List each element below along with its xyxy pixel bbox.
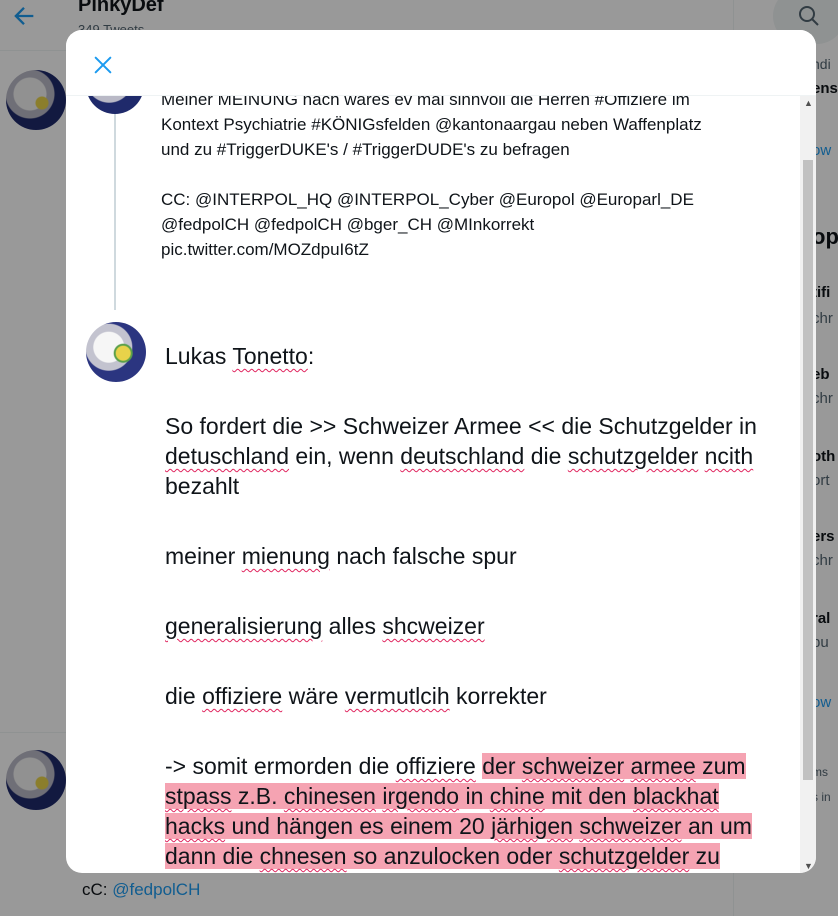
misspelled-word[interactable]: hacks	[165, 813, 225, 839]
misspelled-word[interactable]: offiziere	[202, 683, 282, 709]
editor-paragraph: -> somit ermorden die offiziere der schw…	[165, 751, 785, 873]
close-icon	[94, 56, 112, 74]
text: zum	[695, 753, 746, 779]
misspelled-word[interactable]: irgendo	[382, 783, 459, 809]
tweet-line: pic.twitter.com/MOZdpuI6tZ	[161, 240, 369, 259]
misspelled-word[interactable]: chine	[490, 783, 545, 809]
misspelled-word[interactable]: deutschland	[400, 443, 524, 469]
text: korrekter	[449, 683, 547, 709]
tweet-line: und zu #TriggerDUKE's / #TriggerDUDE's z…	[161, 140, 570, 159]
text: -> somit ermorden die	[165, 753, 396, 779]
modal-header	[66, 30, 816, 96]
text: :	[307, 343, 315, 369]
text: so anzulocken oder	[346, 843, 559, 869]
text: mit den	[544, 783, 633, 809]
text: z.B.	[231, 783, 284, 809]
thread-connector	[114, 114, 116, 310]
reply-modal: Meiner MEINUNG nach wäres ev mal sinnvol…	[66, 30, 816, 873]
modal-body: Meiner MEINUNG nach wäres ev mal sinnvol…	[66, 96, 801, 873]
tweet-line: @fedpolCH @fedpolCH @bger_CH @MInkorrekt	[161, 215, 535, 234]
scrollbar-thumb[interactable]	[803, 160, 813, 780]
text: wäre	[282, 683, 345, 709]
avatar[interactable]	[86, 96, 144, 114]
modal-scrollbar[interactable]: ▲ ▼	[800, 96, 816, 873]
editor-paragraph: So fordert die >> Schweizer Armee << die…	[165, 411, 785, 501]
tweet-line: CC: @INTERPOL_HQ @INTERPOL_Cyber @Europo…	[161, 190, 694, 209]
text: nach falsche spur	[329, 543, 517, 569]
text: ein, wenn	[289, 443, 401, 469]
tweet-line: Kontext Psychiatrie #KÖNIGsfelden @kanto…	[161, 115, 702, 134]
misspelled-word[interactable]: mienung	[242, 543, 330, 569]
editor-paragraph: die offiziere wäre vermutlcih korrekter	[165, 681, 785, 711]
text: alles	[322, 613, 383, 639]
text: in	[459, 783, 490, 809]
text: meiner	[165, 543, 242, 569]
reply-text-editor[interactable]: Lukas Tonetto: So fordert die >> Schweiz…	[165, 341, 785, 873]
avatar[interactable]	[86, 322, 146, 382]
misspelled-word[interactable]: ncith	[705, 443, 754, 469]
misspelled-word[interactable]: chinesen	[284, 783, 376, 809]
text: der	[482, 753, 522, 779]
tweet-line: Meiner MEINUNG nach wäres ev mal sinnvol…	[161, 96, 690, 109]
misspelled-word[interactable]: detuschland	[165, 443, 289, 469]
text: die	[524, 443, 568, 469]
close-button[interactable]	[86, 48, 120, 82]
misspelled-word[interactable]: generalisierung	[165, 613, 322, 639]
misspelled-word[interactable]: schutzgelder	[568, 443, 698, 469]
misspelled-word[interactable]: offiziere	[396, 753, 476, 779]
misspelled-word[interactable]: schweizer	[522, 753, 624, 779]
scroll-down-icon[interactable]: ▼	[804, 861, 813, 871]
text: und hängen es einem 20	[225, 813, 492, 839]
misspelled-word[interactable]: chnesen	[260, 843, 347, 869]
misspelled-word[interactable]: armee	[631, 753, 696, 779]
misspelled-word[interactable]: vermutlcih	[345, 683, 450, 709]
text: bezahlt	[165, 473, 240, 499]
editor-paragraph: generalisierung alles shcweizer	[165, 611, 785, 641]
replied-tweet-text: Meiner MEINUNG nach wäres ev mal sinnvol…	[161, 96, 771, 262]
scroll-up-icon[interactable]: ▲	[804, 98, 813, 108]
misspelled-word[interactable]: Tonetto	[232, 343, 307, 369]
editor-paragraph: Lukas Tonetto:	[165, 341, 785, 371]
misspelled-word[interactable]: shcweizer	[382, 613, 484, 639]
text: die	[165, 683, 203, 709]
misspelled-word[interactable]: blackhat	[633, 783, 719, 809]
misspelled-word[interactable]: schutzgelder	[559, 843, 689, 869]
misspelled-word[interactable]: stpass	[165, 783, 231, 809]
text: So fordert die >> Schweizer Armee << die…	[165, 413, 757, 439]
text: zu	[689, 843, 720, 869]
misspelled-word[interactable]: järhigen	[491, 813, 573, 839]
text: Lukas	[165, 343, 233, 369]
misspelled-word[interactable]: schweizer	[579, 813, 681, 839]
editor-paragraph: meiner mienung nach falsche spur	[165, 541, 785, 571]
